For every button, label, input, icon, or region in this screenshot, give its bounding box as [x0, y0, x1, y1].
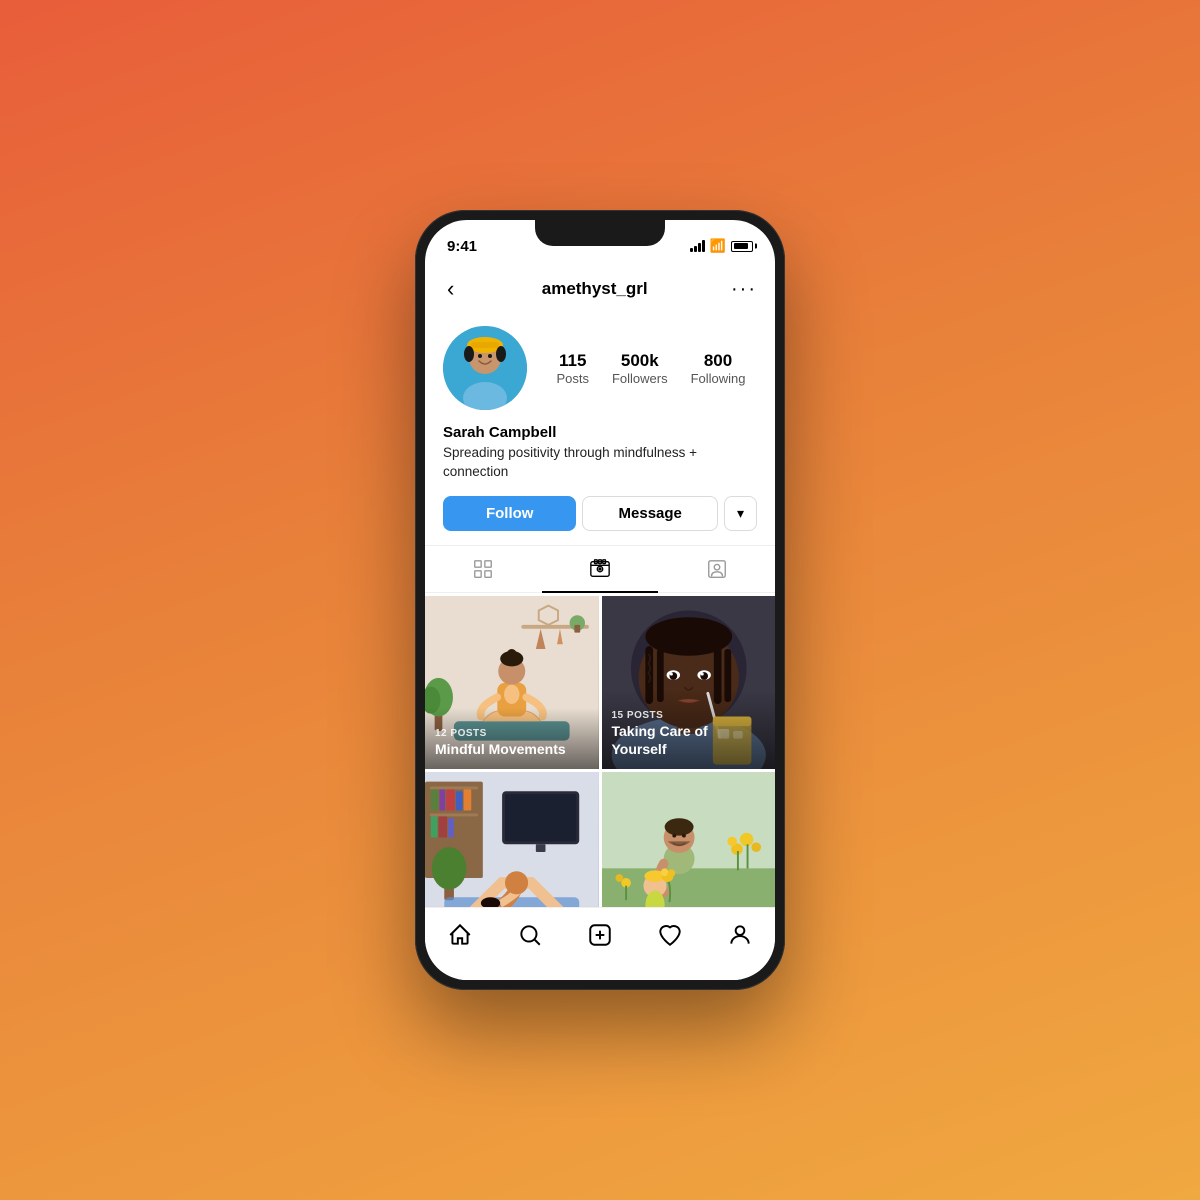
- stat-posts[interactable]: 115 Posts: [556, 351, 589, 386]
- followers-count: 500k: [612, 351, 668, 371]
- profile-header: ‹ amethyst_grl ···: [425, 264, 775, 314]
- heart-icon: [657, 922, 683, 948]
- profile-icon: [727, 922, 753, 948]
- profile-info: 115 Posts 500k Followers 800 Following: [425, 314, 775, 531]
- phone-frame: 9:41 📶 ‹ amethyst_grl ···: [415, 210, 785, 990]
- signal-icon: [690, 240, 705, 252]
- nav-add[interactable]: [577, 918, 623, 952]
- garden-scene: [602, 772, 776, 907]
- phone-notch: [535, 220, 665, 246]
- tab-reels[interactable]: [542, 546, 659, 592]
- phone-screen: 9:41 📶 ‹ amethyst_grl ···: [425, 220, 775, 980]
- grid-icon: [472, 558, 494, 580]
- back-button[interactable]: ‹: [443, 272, 458, 306]
- nav-heart[interactable]: [647, 918, 693, 952]
- grid-item-3[interactable]: [425, 772, 599, 907]
- yoga2-scene: [425, 772, 599, 907]
- tabs: [425, 545, 775, 593]
- nav-bar: [425, 907, 775, 980]
- profile-name: Sarah Campbell: [443, 424, 757, 441]
- status-icons: 📶: [690, 238, 753, 254]
- status-time: 9:41: [447, 238, 477, 255]
- profile-bio: Spreading positivity through mindfulness…: [443, 444, 757, 482]
- grid-title-2: Taking Care of Yourself: [612, 723, 708, 757]
- avatar-illustration: [443, 326, 527, 410]
- garden-illustration: [602, 772, 776, 907]
- tagged-icon: [706, 558, 728, 580]
- posts-count-2: 15 POSTS: [612, 710, 766, 721]
- grid-item-2[interactable]: 15 POSTS Taking Care of Yourself: [602, 596, 776, 770]
- following-count: 800: [691, 351, 746, 371]
- tab-tagged[interactable]: [658, 546, 775, 592]
- nav-home[interactable]: [437, 918, 483, 952]
- profile-row: 115 Posts 500k Followers 800 Following: [443, 326, 757, 410]
- followers-label: Followers: [612, 371, 668, 386]
- content-grid: 12 POSTS Mindful Movements: [425, 593, 775, 907]
- following-label: Following: [691, 371, 746, 386]
- grid-overlay-1: 12 POSTS Mindful Movements: [425, 708, 599, 769]
- search-icon: [517, 922, 543, 948]
- nav-search[interactable]: [507, 918, 553, 952]
- stat-following[interactable]: 800 Following: [691, 351, 746, 386]
- posts-count: 115: [556, 351, 589, 371]
- grid-item-4[interactable]: [602, 772, 776, 907]
- reels-icon: [589, 558, 611, 580]
- username-title: amethyst_grl: [542, 279, 648, 299]
- stat-followers[interactable]: 500k Followers: [612, 351, 668, 386]
- dropdown-button[interactable]: ▾: [724, 496, 757, 531]
- action-buttons: Follow Message ▾: [443, 496, 757, 531]
- grid-title-1: Mindful Movements: [435, 741, 566, 757]
- battery-icon: [731, 241, 753, 252]
- grid-overlay-2: 15 POSTS Taking Care of Yourself: [602, 690, 776, 769]
- posts-count-1: 12 POSTS: [435, 728, 589, 739]
- add-icon: [587, 922, 613, 948]
- yoga2-illustration: [425, 772, 599, 907]
- wifi-icon: 📶: [710, 238, 726, 254]
- nav-profile[interactable]: [717, 918, 763, 952]
- stats-row: 115 Posts 500k Followers 800 Following: [545, 351, 757, 386]
- screen-content: ‹ amethyst_grl ···: [425, 264, 775, 907]
- message-button[interactable]: Message: [582, 496, 717, 531]
- avatar: [443, 326, 527, 410]
- posts-label: Posts: [556, 371, 589, 386]
- more-button[interactable]: ···: [731, 278, 757, 301]
- grid-item-1[interactable]: 12 POSTS Mindful Movements: [425, 596, 599, 770]
- follow-button[interactable]: Follow: [443, 496, 576, 531]
- avatar-container: [443, 326, 527, 410]
- home-icon: [447, 922, 473, 948]
- tab-grid[interactable]: [425, 546, 542, 592]
